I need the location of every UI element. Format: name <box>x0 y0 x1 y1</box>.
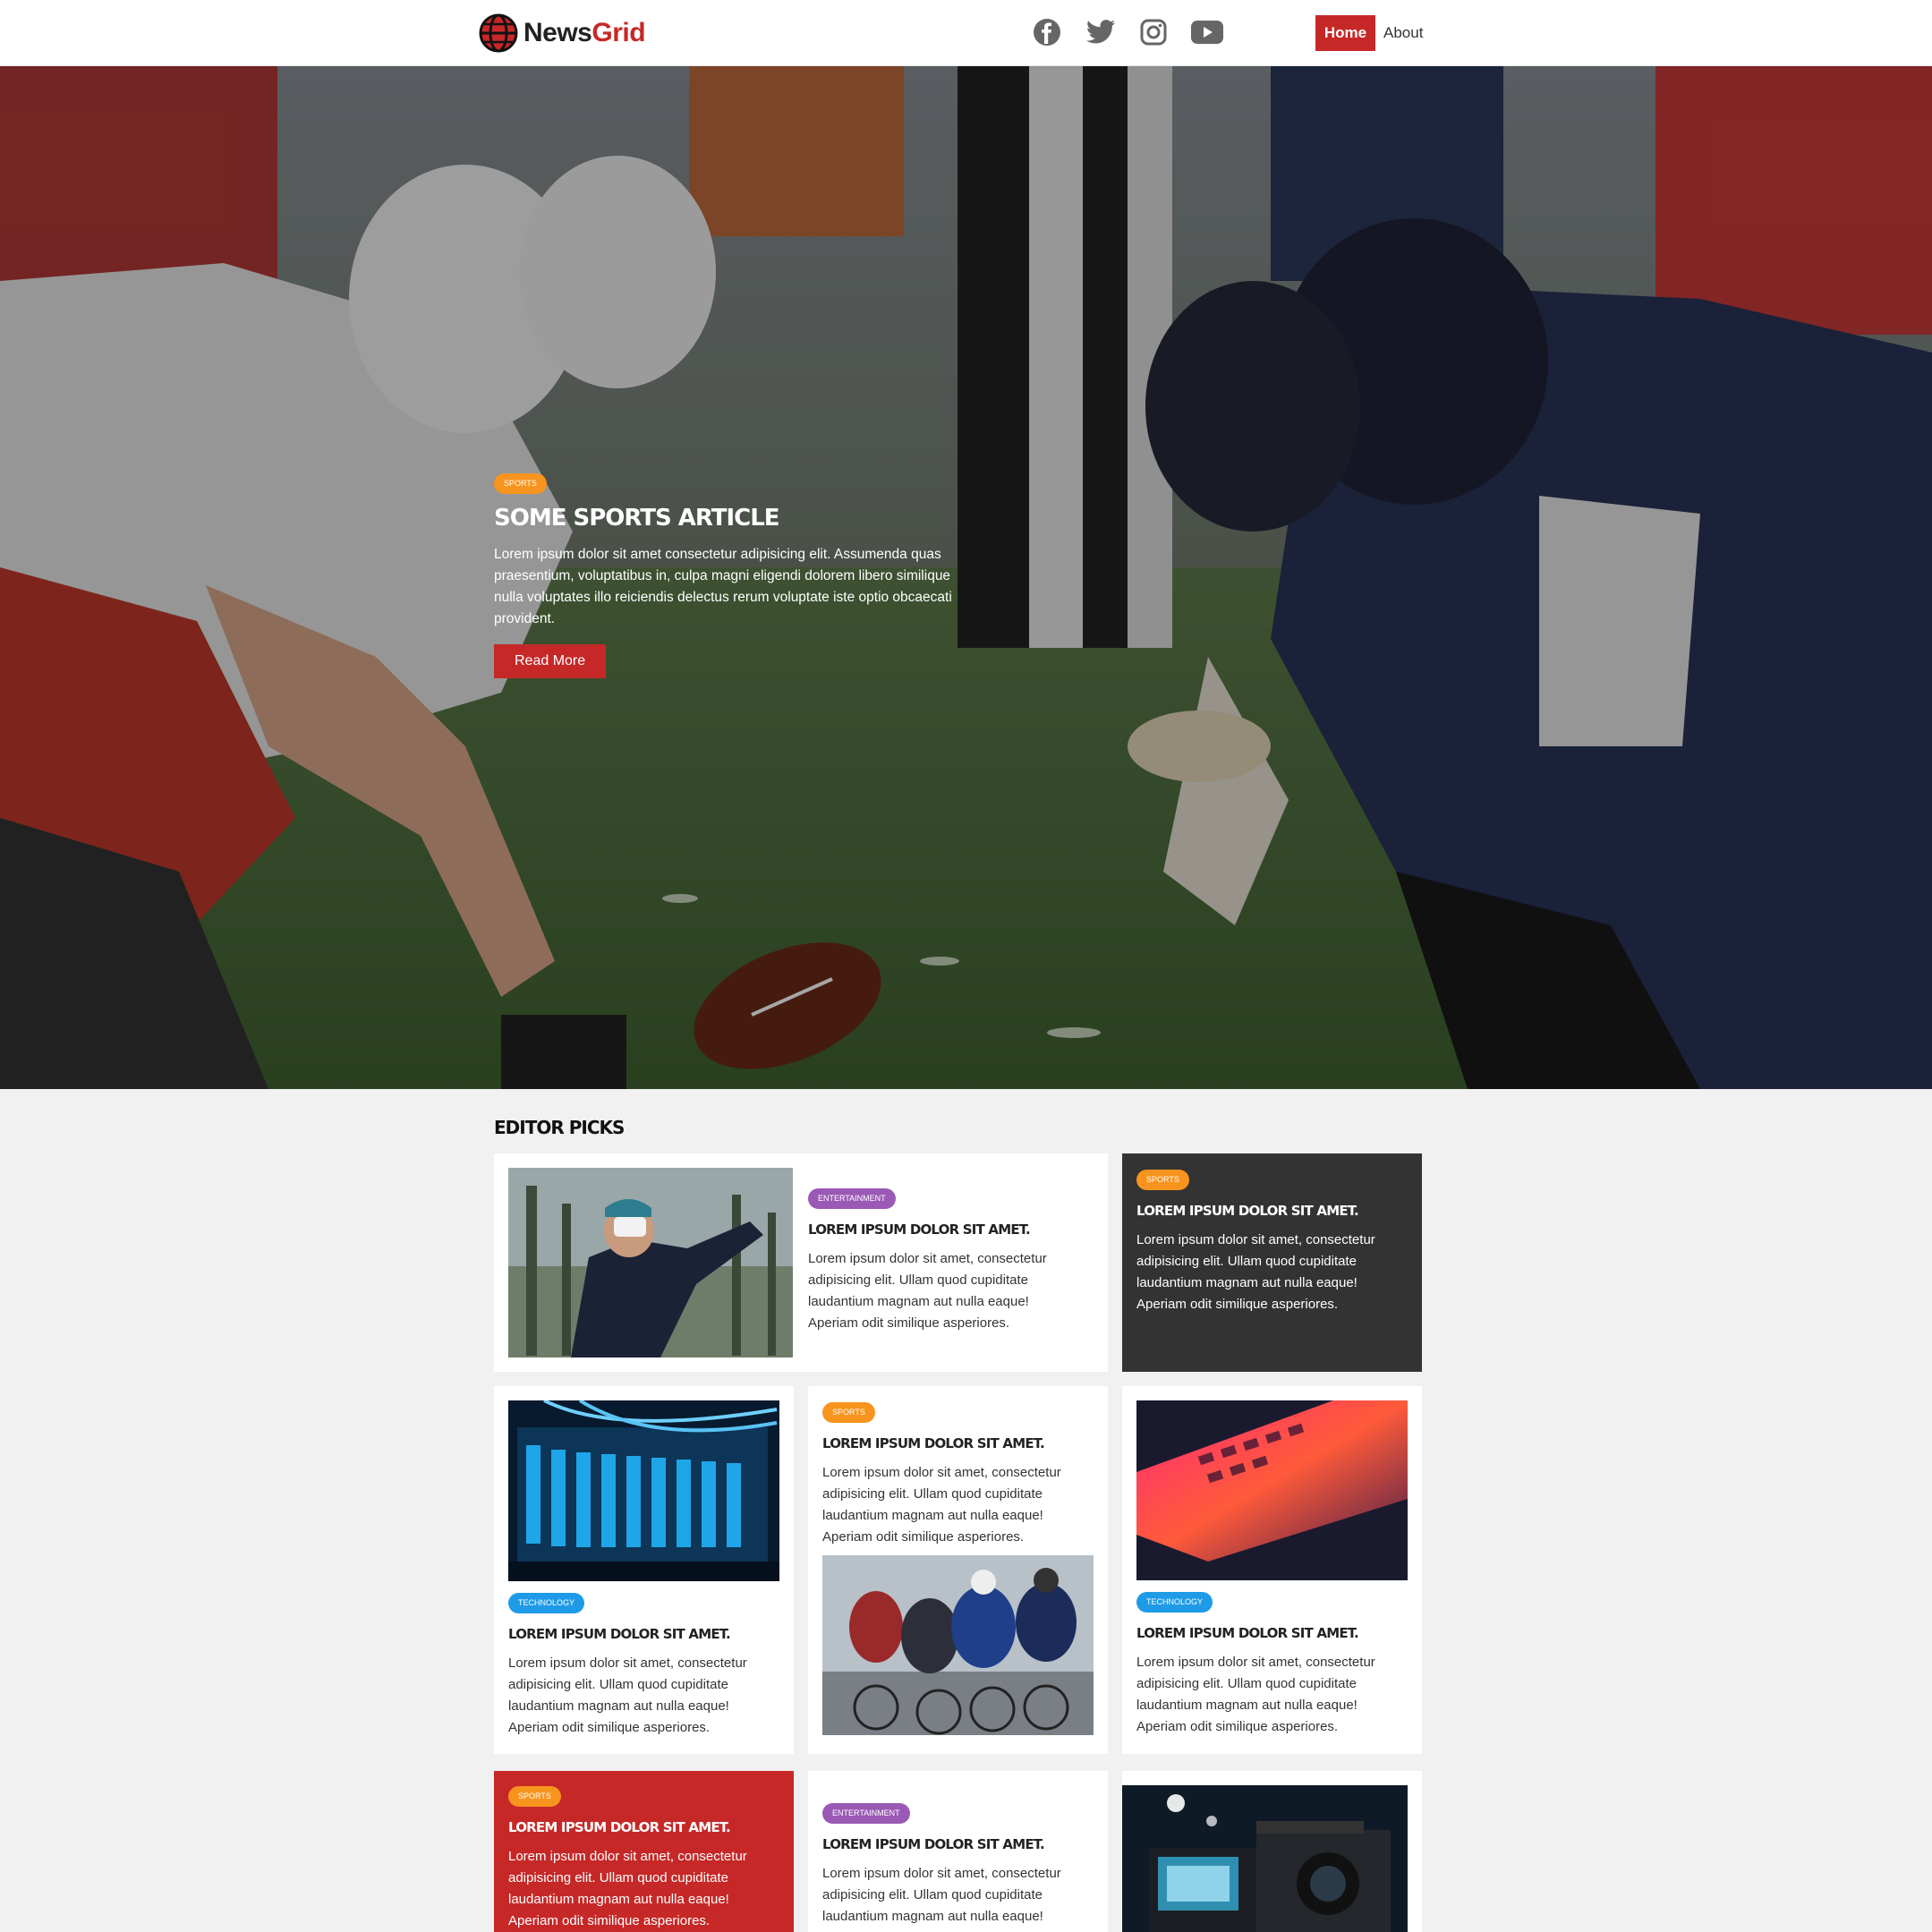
facebook-icon[interactable] <box>1029 14 1065 50</box>
card-4-body: Sports Lorem ipsum dolor sit amet. Lorem… <box>822 1402 1091 1548</box>
navbar: NewsGrid Home About <box>0 0 1932 65</box>
card-7-title[interactable]: Lorem ipsum dolor sit amet. <box>822 1836 1091 1852</box>
card-2-title[interactable]: Lorem ipsum dolor sit amet. <box>1136 1203 1405 1219</box>
logo-text-grid: Grid <box>592 18 646 47</box>
card-6-category-badge[interactable]: Sports <box>508 1786 561 1807</box>
card-1-category-badge[interactable]: Entertainment <box>808 1188 896 1209</box>
card-1-text: Lorem ipsum dolor sit amet, consectetur … <box>808 1251 1047 1331</box>
card-2-category-badge[interactable]: Sports <box>1136 1170 1189 1190</box>
nav-about-link[interactable]: About <box>1383 15 1423 51</box>
card-3-text: Lorem ipsum dolor sit amet, consectetur … <box>508 1655 747 1735</box>
logo-text-news: News <box>523 18 592 47</box>
article-card-5[interactable]: Technology Lorem ipsum dolor sit amet. L… <box>1122 1386 1422 1754</box>
card-2-body: Sports Lorem ipsum dolor sit amet. Lorem… <box>1136 1170 1405 1315</box>
hero-section: Sports Some Sports Article Lorem ipsum d… <box>0 66 1932 1089</box>
logo[interactable]: NewsGrid <box>479 13 646 53</box>
twitter-icon[interactable] <box>1083 14 1119 50</box>
globe-logo-icon <box>479 13 518 53</box>
card-5-text: Lorem ipsum dolor sit amet, consectetur … <box>1136 1655 1375 1734</box>
vr-headset-image <box>508 1168 793 1358</box>
card-4-text: Lorem ipsum dolor sit amet, consectetur … <box>822 1465 1061 1545</box>
logo-text: NewsGrid <box>523 18 646 48</box>
card-1-title[interactable]: Lorem ipsum dolor sit amet. <box>808 1221 1077 1238</box>
video-camera-image <box>1122 1785 1408 1932</box>
card-3-title[interactable]: Lorem ipsum dolor sit amet. <box>508 1626 777 1642</box>
card-5-body: Technology Lorem ipsum dolor sit amet. L… <box>1136 1592 1405 1738</box>
card-6-text: Lorem ipsum dolor sit amet, consectetur … <box>508 1849 747 1928</box>
card-4-category-badge[interactable]: Sports <box>822 1402 875 1423</box>
card-6-body: Sports Lorem ipsum dolor sit amet. Lorem… <box>508 1786 777 1932</box>
card-4-title[interactable]: Lorem ipsum dolor sit amet. <box>822 1435 1091 1451</box>
hero-content: Sports Some Sports Article Lorem ipsum d… <box>494 473 977 678</box>
cyclists-image <box>822 1555 1094 1735</box>
card-6-title[interactable]: Lorem ipsum dolor sit amet. <box>508 1819 777 1835</box>
card-7-body: Entertainment Lorem ipsum dolor sit amet… <box>822 1803 1091 1928</box>
read-more-button[interactable]: Read More <box>494 644 607 678</box>
card-2-text: Lorem ipsum dolor sit amet, consectetur … <box>1136 1232 1375 1312</box>
card-5-category-badge[interactable]: Technology <box>1136 1592 1213 1613</box>
article-card-8[interactable] <box>1122 1771 1422 1932</box>
hero-category-badge[interactable]: Sports <box>494 473 547 494</box>
article-card-4[interactable]: Sports Lorem ipsum dolor sit amet. Lorem… <box>808 1386 1108 1754</box>
hero-title: Some Sports Article <box>494 505 780 532</box>
article-card-7[interactable]: Entertainment Lorem ipsum dolor sit amet… <box>808 1771 1108 1932</box>
nav-home-link[interactable]: Home <box>1315 15 1375 51</box>
card-5-title[interactable]: Lorem ipsum dolor sit amet. <box>1136 1625 1405 1641</box>
card-3-body: Technology Lorem ipsum dolor sit amet. L… <box>508 1593 777 1739</box>
youtube-icon[interactable] <box>1189 14 1225 50</box>
article-card-3[interactable]: Technology Lorem ipsum dolor sit amet. L… <box>494 1386 794 1754</box>
article-card-6[interactable]: Sports Lorem ipsum dolor sit amet. Lorem… <box>494 1771 794 1932</box>
section-title: Editor Picks <box>494 1117 625 1138</box>
card-3-category-badge[interactable]: Technology <box>508 1593 585 1613</box>
laptop-keyboard-image <box>1136 1400 1408 1580</box>
server-rack-image <box>508 1400 779 1581</box>
article-card-2[interactable]: Sports Lorem ipsum dolor sit amet. Lorem… <box>1122 1153 1422 1372</box>
article-card-1[interactable]: Entertainment Lorem ipsum dolor sit amet… <box>494 1153 1108 1372</box>
instagram-icon[interactable] <box>1136 14 1171 50</box>
card-7-category-badge[interactable]: Entertainment <box>822 1803 910 1824</box>
card-7-text: Lorem ipsum dolor sit amet, consectetur … <box>822 1866 1061 1924</box>
hero-text: Lorem ipsum dolor sit amet consectetur a… <box>494 547 952 626</box>
card-1-body: Entertainment Lorem ipsum dolor sit amet… <box>808 1188 1077 1334</box>
